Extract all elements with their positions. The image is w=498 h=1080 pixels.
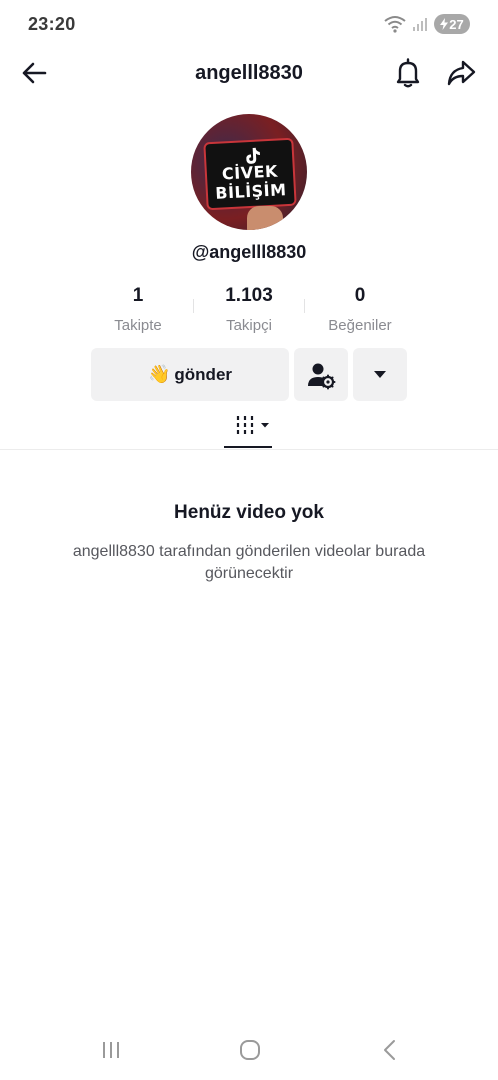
profile-stats: 1 Takipte 1.103 Takipçi 0 Beğeniler: [83, 285, 415, 337]
stat-likes-value: 0: [354, 285, 366, 306]
status-icons: 27: [384, 14, 470, 34]
stat-following[interactable]: 1 Takipte: [83, 285, 193, 334]
back-icon[interactable]: [377, 1038, 403, 1062]
dropdown-caret-icon: [374, 371, 386, 378]
top-nav: angelll8830: [0, 50, 498, 96]
more-options-button[interactable]: [353, 348, 407, 401]
share-icon[interactable]: [446, 59, 476, 87]
signal-icon: [413, 18, 427, 31]
stat-following-label: Takipte: [114, 317, 162, 334]
send-button[interactable]: 👋 gönder: [91, 348, 289, 401]
empty-state-title: Henüz video yok: [174, 502, 324, 523]
stat-likes-label: Beğeniler: [328, 317, 392, 334]
tab-divider: [0, 449, 498, 450]
page-title: angelll8830: [195, 62, 303, 84]
wifi-icon: [384, 16, 406, 33]
avatar-hand: [247, 206, 283, 230]
battery-icon: 27: [434, 14, 470, 34]
user-settings-button[interactable]: [294, 348, 348, 401]
wave-emoji-icon: 👋: [147, 364, 171, 384]
system-nav-bar: [0, 1030, 498, 1070]
profile-handle: @angelll8830: [191, 242, 307, 262]
stat-likes[interactable]: 0 Beğeniler: [305, 285, 415, 334]
videos-grid-icon[interactable]: [224, 410, 274, 450]
send-button-label: gönder: [174, 364, 233, 384]
stat-following-value: 1: [132, 285, 144, 306]
bell-icon[interactable]: [394, 58, 422, 88]
avatar-sign: CİVEK BİLİŞİM: [203, 137, 297, 211]
stat-followers-label: Takipçi: [226, 317, 272, 334]
charging-bolt-icon: [440, 18, 449, 30]
user-settings-icon: [308, 363, 336, 390]
stat-followers-value: 1.103: [225, 285, 273, 306]
status-time: 23:20: [28, 14, 76, 34]
home-icon[interactable]: [237, 1038, 263, 1062]
stat-followers[interactable]: 1.103 Takipçi: [194, 285, 304, 334]
avatar[interactable]: CİVEK BİLİŞİM: [191, 114, 307, 230]
recent-apps-icon[interactable]: [98, 1038, 124, 1062]
status-bar: 23:20 27: [0, 0, 498, 50]
tab-active-indicator: [224, 446, 272, 448]
battery-level: 27: [449, 16, 464, 32]
avatar-text-line2: BİLİŞİM: [214, 180, 287, 203]
empty-state-description: angelll8830 tarafından gönderilen videol…: [72, 543, 426, 582]
